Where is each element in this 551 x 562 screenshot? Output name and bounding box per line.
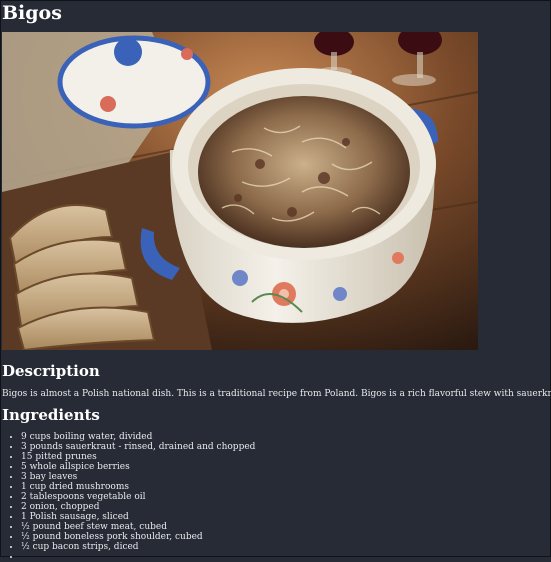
ingredient-item — [21, 552, 255, 562]
ingredient-item: ½ pound beef stew meat, cubed — [21, 522, 255, 532]
ingredients-list: 9 cups boiling water, divided 3 pounds s… — [0, 432, 255, 562]
ingredient-item: 5 whole allspice berries — [21, 462, 255, 472]
ingredient-item: 1 Polish sausage, sliced — [21, 512, 255, 522]
ingredient-item: 2 tablespoons vegetable oil — [21, 492, 255, 502]
ingredient-item: ½ cup bacon strips, diced — [21, 542, 255, 552]
ingredient-item: 1 cup dried mushrooms — [21, 482, 255, 492]
recipe-photo — [2, 32, 478, 350]
recipe-title: Bigos — [2, 2, 62, 24]
description-text: Bigos is almost a Polish national dish. … — [2, 389, 551, 399]
ingredient-item: 9 cups boiling water, divided — [21, 432, 255, 442]
ingredient-item: ½ pound boneless pork shoulder, cubed — [21, 532, 255, 542]
bigos-pot-illustration — [2, 32, 478, 350]
ingredient-item: 2 onion, chopped — [21, 502, 255, 512]
ingredient-item: 3 bay leaves — [21, 472, 255, 482]
ingredient-item: 3 pounds sauerkraut - rinsed, drained an… — [21, 442, 255, 452]
ingredient-item: 15 pitted prunes — [21, 452, 255, 462]
description-heading: Description — [2, 362, 100, 380]
ingredients-heading: Ingredients — [2, 406, 100, 424]
